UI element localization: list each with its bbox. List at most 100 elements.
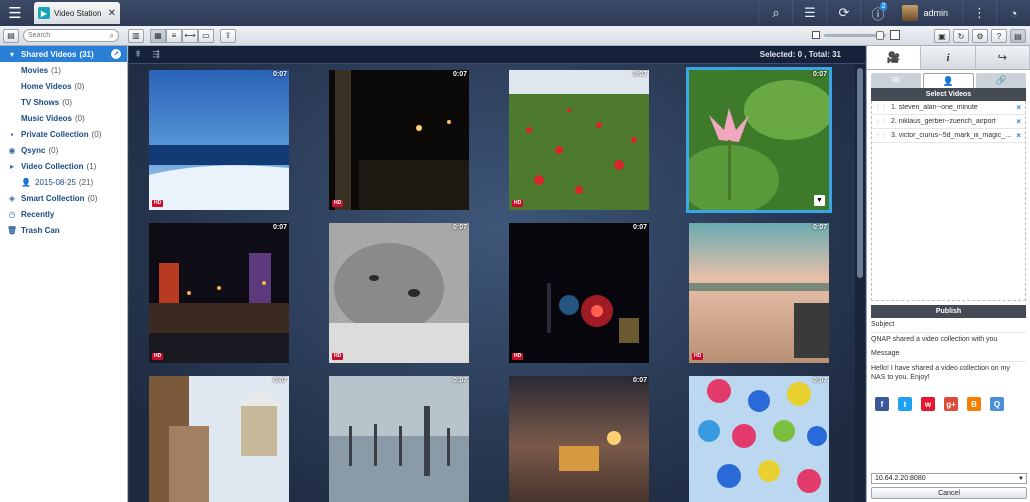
search-input[interactable] [28, 32, 110, 39]
video-thumbnail[interactable]: 0:07 HD [329, 70, 469, 210]
video-thumbnail[interactable]: 0:07 ▼ [686, 67, 832, 213]
more-options-icon[interactable]: ⋮ [962, 0, 996, 26]
list-item[interactable]: ⋮⋮ 3. victor_ciurus--5d_mark_iii_magic_l… [872, 129, 1025, 143]
video-thumbnail[interactable]: 0:07 HD [689, 223, 829, 363]
list-view-icon[interactable]: ≡ [166, 28, 182, 43]
zoom-track[interactable] [824, 30, 886, 40]
external-device-icon[interactable]: ⟳ [826, 0, 860, 26]
grid-scrollbar[interactable] [855, 64, 865, 502]
sidebar-item-count: (1) [51, 65, 61, 75]
facebook-icon[interactable]: f [875, 397, 889, 411]
host-value: 10.64.2.20:8080 [875, 475, 926, 482]
sidebar: ▾ Shared Videos (31) ↗ Movies (1) Home V… [0, 46, 128, 502]
sidebar-item-tv-shows[interactable]: TV Shows (0) [0, 94, 127, 110]
dashboard-icon[interactable]: ◔ [996, 0, 1030, 26]
selected-videos-list: ⋮⋮ 1. steven_alan--one_minute × ⋮⋮ 2. ni… [871, 101, 1026, 301]
user-menu[interactable]: admin [923, 8, 948, 18]
tab-share[interactable]: ↪ [976, 46, 1030, 69]
host-select[interactable]: 10.64.2.20:8080 ▼ [871, 473, 1027, 484]
sidebar-item-qsync[interactable]: ◉ Qsync (0) [0, 142, 127, 158]
filter-icon[interactable]: ▣ [934, 29, 950, 43]
settings-icon[interactable]: ⚙ [972, 29, 988, 43]
sidebar-item-trash-can[interactable]: 🗑 Trash Can [0, 222, 127, 238]
video-thumbnail[interactable]: 0:07 HD [149, 223, 289, 363]
qzone-icon[interactable]: Q [990, 397, 1004, 411]
zoom-slider[interactable] [812, 30, 900, 40]
blogger-icon[interactable]: B [967, 397, 981, 411]
pin-icon[interactable]: ⇞ [129, 49, 147, 60]
thumbnail-view-icon[interactable]: ▦ [150, 28, 166, 43]
drag-handle-icon[interactable]: ⋮⋮ [875, 118, 887, 125]
sidebar-item-2015-08-25[interactable]: 👤 2015-08-25 (21) [0, 174, 127, 190]
remove-icon[interactable]: × [1016, 117, 1021, 126]
share-icon[interactable]: ↗ [111, 49, 121, 59]
message-label: Message [871, 350, 900, 357]
app-tab-video-station[interactable]: ▶ Video Station ✕ [34, 2, 120, 24]
video-thumbnail[interactable]: 0:07 [689, 376, 829, 502]
info-panel-icon[interactable]: ▤ [1010, 29, 1026, 43]
tab-link[interactable]: 🔗 [976, 73, 1027, 88]
minus-icon[interactable]: ▾ [7, 49, 17, 59]
message-field[interactable]: Hello! I have shared a video collection … [871, 361, 1026, 389]
sidebar-item-movies[interactable]: Movies (1) [0, 62, 127, 78]
tab-video[interactable]: 🎥 [867, 46, 922, 69]
zoom-knob[interactable] [876, 30, 884, 40]
video-thumbnail[interactable]: 0:07 [329, 376, 469, 502]
cancel-button[interactable]: Cancel [871, 487, 1027, 499]
search-box[interactable]: ⌕ [23, 29, 119, 42]
video-thumbnail[interactable]: 0:07 HD [509, 223, 649, 363]
notification-icon[interactable]: ⓘ 2 [860, 0, 894, 26]
sidebar-item-smart-collection[interactable]: ◈ Smart Collection (0) [0, 190, 127, 206]
timeline-view-icon[interactable]: ⟷ [182, 28, 198, 43]
sidebar-item-shared-videos[interactable]: ▾ Shared Videos (31) ↗ [0, 46, 127, 62]
drag-handle-icon[interactable]: ⋮⋮ [875, 132, 887, 139]
close-icon[interactable]: ✕ [108, 8, 116, 19]
hd-badge: HD [152, 200, 164, 207]
remove-icon[interactable]: × [1016, 103, 1021, 112]
remove-icon[interactable]: × [1016, 131, 1021, 140]
sidebar-item-label: Video Collection [21, 161, 84, 171]
sidebar-item-video-collection[interactable]: ▸ Video Collection (1) [0, 158, 127, 174]
search-icon[interactable]: ⌕ [758, 0, 792, 26]
refresh-icon[interactable]: ↻ [953, 29, 969, 43]
sidebar-item-recently[interactable]: ◷ Recently [0, 206, 127, 222]
weibo-icon[interactable]: w [921, 397, 935, 411]
video-thumbnail[interactable]: 0:07 HD [509, 70, 649, 210]
video-thumbnail[interactable]: 0:07 [149, 376, 289, 502]
main-menu-icon[interactable]: ☰ [0, 0, 30, 26]
upload-icon[interactable]: ⇪ [220, 28, 236, 43]
video-thumbnail[interactable]: 0:07 HD [329, 223, 469, 363]
tab-email[interactable]: ✉ [871, 73, 921, 88]
hd-badge: HD [512, 353, 524, 360]
sidebar-item-label: Movies [21, 65, 49, 75]
google-plus-icon[interactable]: g+ [944, 397, 958, 411]
sort-icon[interactable]: ⇶ [147, 49, 165, 60]
list-item[interactable]: ⋮⋮ 1. steven_alan--one_minute × [872, 101, 1025, 115]
subject-field[interactable]: QNAP shared a video collection with you [871, 332, 1026, 344]
share-panel: 🎥 i ↪ ✉ 👤 🔗 Select Videos ⋮⋮ 1. steven_a… [866, 46, 1030, 502]
sidebar-item-label: Qsync [21, 145, 46, 155]
dropdown-menu-icon[interactable]: ▼ [814, 195, 825, 206]
list-item[interactable]: ⋮⋮ 2. niklaus_gerber--zuerich_airport × [872, 115, 1025, 129]
avatar[interactable] [902, 5, 919, 21]
sidebar-item-private-collection[interactable]: ▪ Private Collection (0) [0, 126, 127, 142]
tab-info[interactable]: i [921, 46, 976, 69]
chevron-down-icon[interactable]: ▼ [1018, 476, 1024, 482]
video-thumbnail[interactable]: 0:07 HD [149, 70, 289, 210]
background-tasks-icon[interactable]: ☰ [792, 0, 826, 26]
tab-social[interactable]: 👤 [922, 73, 975, 88]
smart-collection-icon: ◈ [8, 193, 16, 203]
help-icon[interactable]: ? [991, 29, 1007, 43]
twitter-icon[interactable]: t [898, 397, 912, 411]
video-thumbnail[interactable]: 0:07 [509, 376, 649, 502]
sidebar-item-music-videos[interactable]: Music Videos (0) [0, 110, 127, 126]
search-icon[interactable]: ⌕ [110, 31, 114, 41]
scrollbar-thumb[interactable] [857, 68, 863, 278]
sidebar-item-count: (0) [48, 145, 59, 155]
sidebar-item-home-videos[interactable]: Home Videos (0) [0, 78, 127, 94]
library-icon[interactable]: ▤ [3, 28, 19, 43]
toolbar: ▤ ⌕ ▥ ▦ ≡ ⟷ ▭ ⇪ ▣ ↻ ⚙ ? ▤ [0, 26, 1030, 46]
folder-view-icon[interactable]: ▭ [198, 28, 214, 43]
drag-handle-icon[interactable]: ⋮⋮ [875, 104, 887, 111]
collapse-sidebar-icon[interactable]: ▥ [128, 28, 144, 43]
